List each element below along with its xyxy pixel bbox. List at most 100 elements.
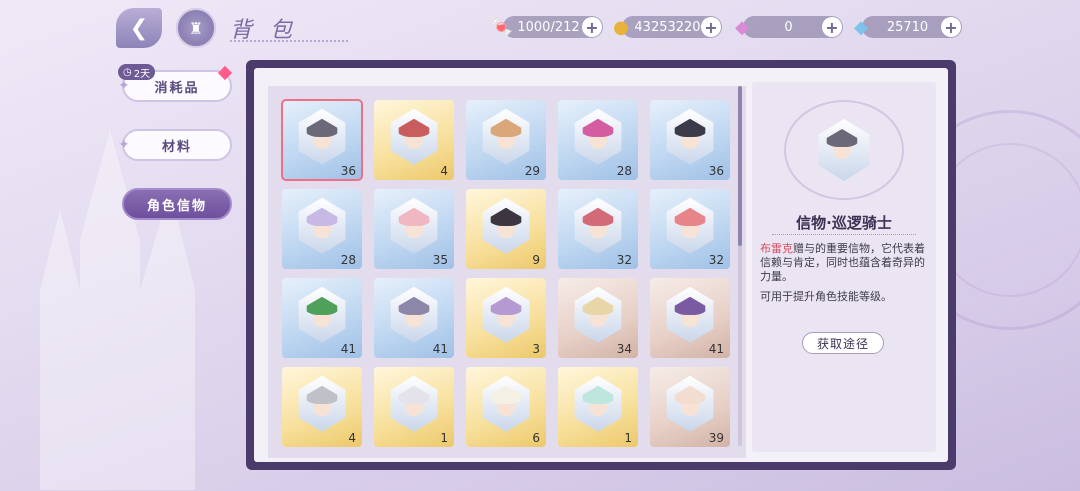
portrait-hair (490, 118, 522, 137)
item-grid[interactable]: 36 4 29 28 36 28 35 9 32 32 41 41 3 34 41 4 1 6 1 39 (268, 86, 746, 458)
portrait-hair (306, 296, 338, 315)
portrait-hair (398, 385, 430, 404)
token-item[interactable]: 41 (650, 278, 730, 358)
character-portrait (674, 207, 706, 244)
title-underline (230, 40, 348, 42)
detail-giver-name: 布雷克 (760, 242, 793, 255)
item-count: 39 (708, 431, 724, 445)
portrait-hair (582, 385, 614, 404)
token-item[interactable]: 6 (466, 367, 546, 447)
token-item[interactable]: 29 (466, 100, 546, 180)
token-gem (666, 108, 714, 165)
token-item[interactable]: 35 (374, 189, 454, 269)
character-portrait (490, 118, 522, 155)
token-item[interactable]: 1 (374, 367, 454, 447)
item-count: 4 (440, 164, 448, 178)
token-gem (390, 108, 438, 165)
blue-diamond-currency: ◆ 25710 + (854, 16, 962, 38)
token-item[interactable]: 4 (374, 100, 454, 180)
sparkle-icon: ✦ (118, 137, 132, 153)
character-portrait (398, 296, 430, 333)
token-item[interactable]: 39 (650, 367, 730, 447)
token-gem (482, 197, 530, 254)
token-item[interactable]: 3 (466, 278, 546, 358)
item-count: 3 (532, 342, 540, 356)
tab-label: 角色信物 (146, 198, 207, 214)
token-item[interactable]: 28 (558, 100, 638, 180)
character-portrait (306, 207, 338, 244)
character-portrait (490, 385, 522, 422)
token-item[interactable]: 32 (558, 189, 638, 269)
item-grid-scrollbar[interactable] (738, 86, 742, 446)
item-count: 32 (616, 253, 632, 267)
character-portrait (674, 385, 706, 422)
home-button[interactable]: ♜ (176, 8, 216, 48)
portrait-hair (398, 296, 430, 315)
character-portrait (674, 118, 706, 155)
detail-usage: 可用于提升角色技能等级。 (760, 290, 892, 303)
character-portrait (398, 207, 430, 244)
token-item[interactable]: 28 (282, 189, 362, 269)
candy-currency: 🍬 1000/212 + (491, 16, 603, 38)
token-gem (666, 286, 714, 343)
token-item[interactable]: 4 (282, 367, 362, 447)
portrait-hair (826, 129, 858, 147)
token-gem (482, 108, 530, 165)
token-gem (482, 286, 530, 343)
item-count: 32 (708, 253, 724, 267)
add-candy-button[interactable]: + (582, 17, 602, 37)
tab-character-tokens[interactable]: 角色信物 (122, 188, 232, 220)
item-count: 6 (532, 431, 540, 445)
token-item[interactable]: 41 (374, 278, 454, 358)
detail-divider (772, 234, 916, 235)
candy-value: 1000/212 (517, 19, 580, 35)
back-arrow-icon: ❮ (129, 15, 149, 41)
item-count: 36 (708, 164, 724, 178)
detail-description: 布雷克赠与的重要信物，它代表着信赖与肯定，同时也蕴含着奇异的力量。 (760, 242, 930, 284)
token-gem (298, 375, 346, 432)
obtain-route-button[interactable]: 获取途径 (802, 332, 884, 354)
gold-currency: ● 43253220 + (613, 16, 722, 38)
token-gem (298, 197, 346, 254)
scrollbar-thumb[interactable] (738, 86, 742, 246)
add-gold-button[interactable]: + (701, 17, 721, 37)
pink-diamond-value: 0 (784, 19, 793, 35)
tab-materials[interactable]: ✦ 材料 (118, 129, 232, 161)
add-blue-diamond-button[interactable]: + (941, 17, 961, 37)
token-item[interactable]: 9 (466, 189, 546, 269)
portrait-hair (306, 207, 338, 226)
token-item[interactable]: 36 (650, 100, 730, 180)
portrait-hair (582, 296, 614, 315)
gold-value: 43253220 (634, 19, 701, 35)
token-item[interactable]: 32 (650, 189, 730, 269)
token-gem (390, 375, 438, 432)
portrait-hair (490, 207, 522, 226)
item-count: 41 (432, 342, 448, 356)
pink-diamond-currency: ◆ 0 + (735, 16, 843, 38)
token-item[interactable]: 36 (281, 99, 363, 181)
pink-diamond-icon: ◆ (735, 16, 749, 38)
item-count: 1 (440, 431, 448, 445)
detail-item-name: 信物·巡逻骑士 (796, 214, 892, 232)
blue-diamond-value: 25710 (886, 19, 929, 35)
back-button[interactable]: ❮ (116, 8, 162, 48)
token-gem (574, 375, 622, 432)
token-item[interactable]: 41 (282, 278, 362, 358)
portrait-hair (398, 207, 430, 226)
item-count: 36 (340, 164, 356, 178)
portrait-hair (490, 385, 522, 404)
token-item[interactable]: 34 (558, 278, 638, 358)
detail-item-emblem (784, 100, 904, 200)
token-item[interactable]: 1 (558, 367, 638, 447)
tab-label: 消耗品 (154, 80, 200, 96)
sparkle-icon: ✦ (118, 78, 132, 94)
item-count: 9 (532, 253, 540, 267)
character-portrait (306, 385, 338, 422)
character-portrait (582, 385, 614, 422)
character-portrait (582, 207, 614, 244)
item-count: 28 (340, 253, 356, 267)
castle-icon: ♜ (188, 18, 204, 38)
add-pink-diamond-button[interactable]: + (822, 17, 842, 37)
portrait-hair (490, 296, 522, 315)
character-portrait (490, 296, 522, 333)
